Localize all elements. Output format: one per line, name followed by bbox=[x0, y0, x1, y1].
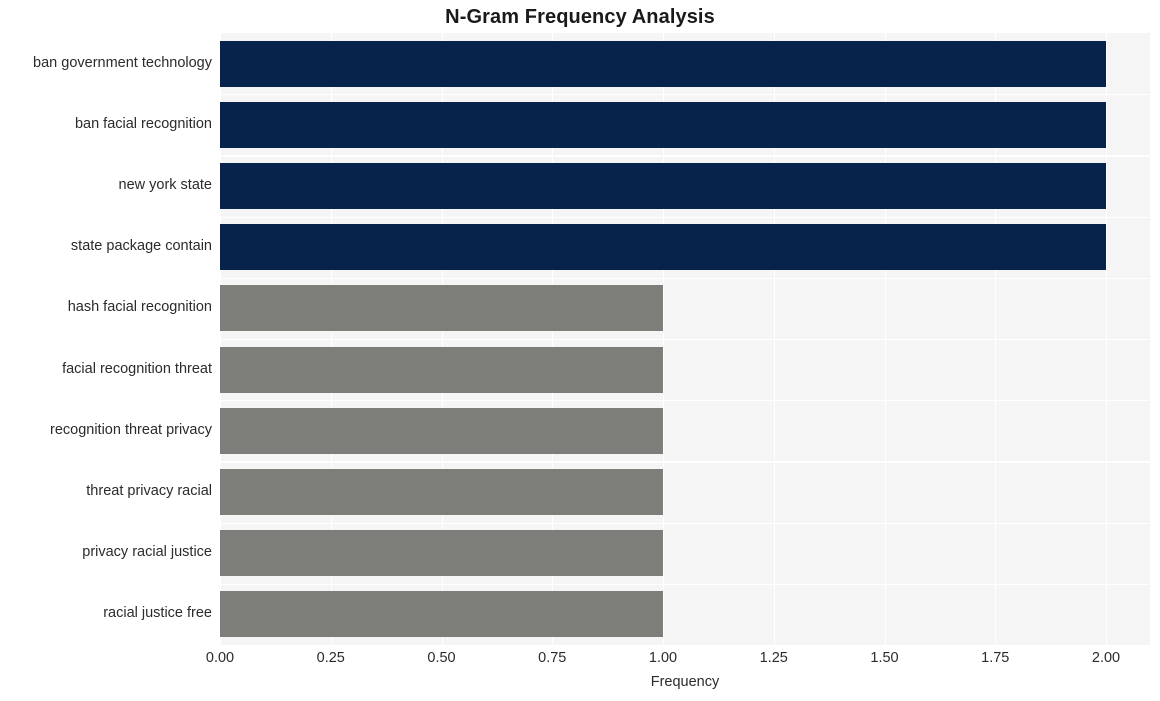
y-gridline bbox=[220, 94, 1150, 96]
y-gridline bbox=[220, 583, 1150, 585]
y-gridline bbox=[220, 155, 1150, 157]
bar bbox=[220, 285, 663, 332]
bar bbox=[220, 346, 663, 393]
y-axis-tick-label: recognition threat privacy bbox=[50, 421, 212, 438]
bar bbox=[220, 591, 663, 638]
x-axis-tick-label: 1.50 bbox=[870, 650, 899, 666]
y-axis-tick-label: hash facial recognition bbox=[67, 299, 212, 316]
y-gridline bbox=[220, 522, 1150, 524]
x-axis-tick-label: 0.00 bbox=[205, 650, 235, 666]
x-axis-tick-label: 1.25 bbox=[759, 650, 788, 666]
x-axis-tick-label: 0.25 bbox=[316, 650, 345, 666]
bar bbox=[220, 163, 1106, 209]
bar bbox=[220, 530, 663, 577]
x-axis-tick-label: 1.00 bbox=[648, 650, 678, 666]
plot-area bbox=[220, 33, 1150, 645]
x-axis-tick-label: 0.50 bbox=[427, 650, 456, 666]
y-axis-tick-label: privacy racial justice bbox=[82, 544, 212, 561]
y-axis-tick-label: threat privacy racial bbox=[86, 483, 212, 499]
x-axis-tick-labels: 0.00 0.25 0.50 0.75 1.00 1.25 1.50 1.75 2.00 bbox=[206, 650, 1150, 673]
y-axis-tick-label: new york state bbox=[118, 177, 213, 193]
bar bbox=[220, 40, 1106, 87]
bar bbox=[220, 469, 663, 515]
y-axis-tick-label: racial justice free bbox=[103, 605, 212, 622]
y-gridline bbox=[220, 400, 1150, 402]
bar bbox=[220, 101, 1106, 148]
bar bbox=[220, 224, 1106, 271]
chart-figure: N-Gram Frequency Analysis ban government… bbox=[0, 0, 1160, 701]
y-axis-tick-label: facial recognition threat bbox=[62, 360, 212, 377]
y-axis-tick-label: ban government technology bbox=[33, 54, 212, 71]
y-axis-tick-label: ban facial recognition bbox=[74, 115, 212, 132]
y-gridline bbox=[220, 216, 1150, 218]
y-gridline bbox=[220, 339, 1150, 341]
y-gridline bbox=[220, 461, 1150, 463]
y-axis-tick-label: state package contain bbox=[70, 238, 212, 255]
y-gridline bbox=[220, 277, 1150, 279]
x-axis-tick-label: 0.75 bbox=[538, 650, 567, 666]
x-axis-title: Frequency bbox=[650, 674, 720, 690]
chart-title: N-Gram Frequency Analysis bbox=[445, 6, 715, 28]
bar bbox=[220, 407, 663, 454]
x-axis-tick-label: 2.00 bbox=[1091, 650, 1121, 666]
x-axis-tick-label: 1.75 bbox=[981, 650, 1010, 666]
y-axis-tick-labels: ban government technology ban facial reco… bbox=[0, 33, 212, 645]
